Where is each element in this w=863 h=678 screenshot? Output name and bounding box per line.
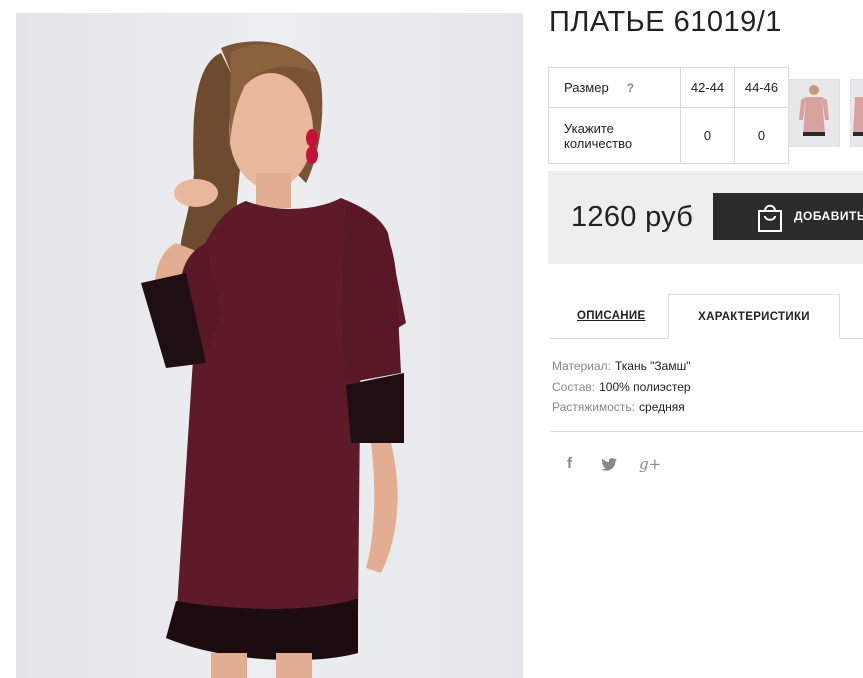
size-help-icon[interactable]: ?	[627, 81, 634, 95]
thumbnail-2[interactable]	[850, 79, 863, 147]
size-row: Размер? 42-44 44-46	[548, 67, 789, 108]
size-label-cell: Размер?	[548, 67, 681, 108]
size-quantity-table: Размер? 42-44 44-46 Укажите количество 0…	[548, 67, 789, 164]
specs-list: Материал: Ткань "Замш" Состав: 100% полиэс…	[552, 356, 691, 418]
spec-value: 100% полиэстер	[599, 379, 691, 394]
add-to-cart-button[interactable]: ДОБАВИТЬ	[713, 193, 863, 240]
add-to-cart-label: ДОБАВИТЬ	[794, 209, 863, 223]
thumbnail-dress-icon	[799, 85, 829, 136]
quantity-input-44-46[interactable]: 0	[734, 107, 789, 164]
price-value: 1260 руб	[571, 201, 694, 233]
tab-characteristics[interactable]: ХАРАКТЕРИСТИКИ	[668, 294, 840, 339]
shopping-bag-icon	[758, 204, 782, 232]
size-label: Размер	[564, 80, 609, 95]
quantity-row: Укажите количество 0 0	[548, 107, 789, 164]
twitter-bird-icon	[601, 458, 617, 471]
section-divider	[550, 431, 863, 432]
size-option-44-46: 44-46	[734, 67, 789, 108]
quantity-input-42-44[interactable]: 0	[680, 107, 735, 164]
twitter-icon[interactable]	[601, 458, 617, 475]
product-main-photo[interactable]	[16, 13, 523, 678]
tab-description[interactable]: ОПИСАНИЕ	[577, 310, 645, 322]
dress-illustration	[141, 41, 406, 678]
quantity-label: Укажите количество	[548, 107, 681, 164]
facebook-icon[interactable]: f	[567, 455, 572, 472]
spec-value: средняя	[639, 400, 685, 414]
spec-row-material: Материал: Ткань "Замш"	[552, 356, 691, 377]
thumbnail-1[interactable]	[788, 79, 840, 147]
thumbnail-dress-icon	[853, 97, 863, 136]
spec-key: Растяжимость:	[552, 400, 636, 414]
spec-row-stretch: Растяжимость: средняя	[552, 397, 691, 418]
spec-value: Ткань "Замш"	[614, 359, 691, 373]
spec-key: Состав:	[552, 379, 596, 394]
spec-key: Материал:	[552, 359, 611, 373]
spec-row-composition: Состав: 100% полиэстер	[552, 377, 691, 398]
price-panel: 1260 руб ДОБАВИТЬ	[548, 171, 863, 264]
product-title: ПЛАТЬЕ 61019/1	[549, 6, 782, 38]
size-option-42-44: 42-44	[680, 67, 735, 108]
google-plus-icon[interactable]: g+	[639, 455, 661, 473]
